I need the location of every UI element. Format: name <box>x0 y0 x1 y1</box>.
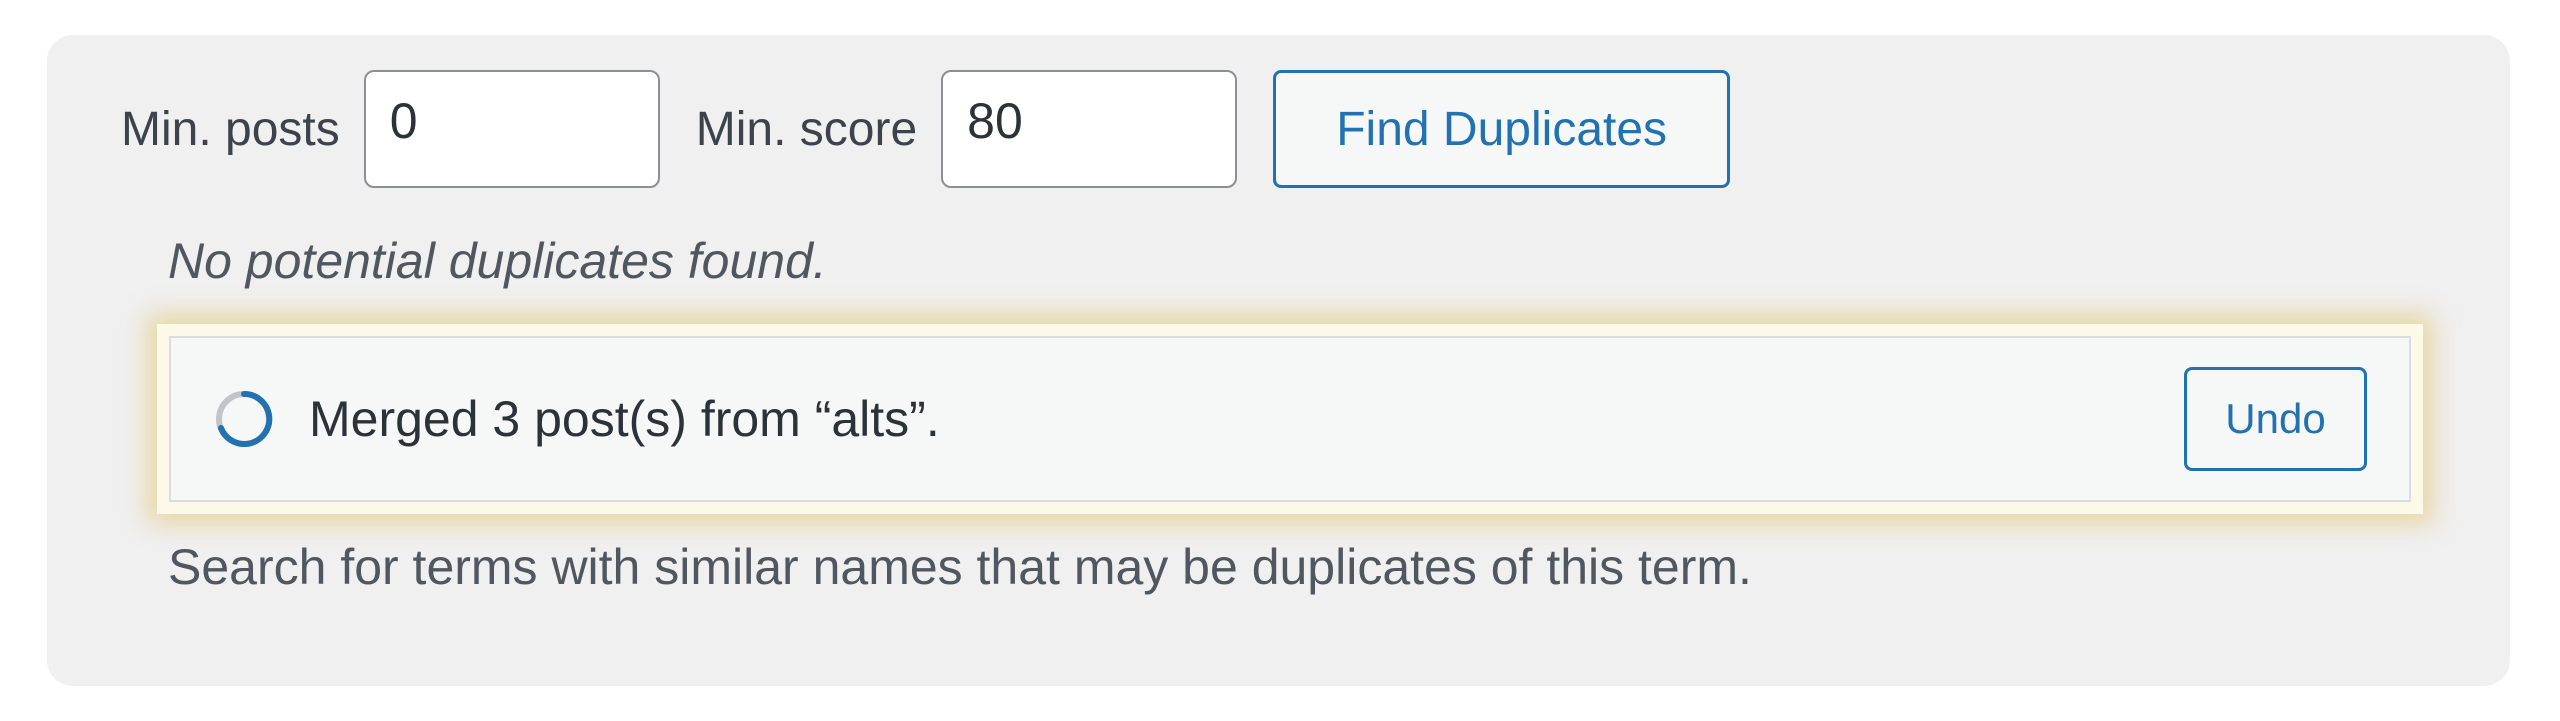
min-posts-input[interactable] <box>363 70 660 188</box>
undo-button[interactable]: Undo <box>2184 367 2367 471</box>
duplicate-search-controls: Min. posts Min. score Find Duplicates <box>121 70 1731 188</box>
min-score-input[interactable] <box>941 70 1238 188</box>
merge-notice-text: Merged 3 post(s) from “alts”. <box>309 391 940 447</box>
find-duplicates-button[interactable]: Find Duplicates <box>1273 70 1731 188</box>
merge-notice: Merged 3 post(s) from “alts”. Undo <box>157 324 2423 514</box>
min-posts-label: Min. posts <box>121 102 340 156</box>
duplicate-finder-description: Search for terms with similar names that… <box>168 539 1752 595</box>
no-duplicates-message: No potential duplicates found. <box>168 233 827 289</box>
min-score-label: Min. score <box>695 102 918 156</box>
spinner-icon <box>216 390 273 447</box>
